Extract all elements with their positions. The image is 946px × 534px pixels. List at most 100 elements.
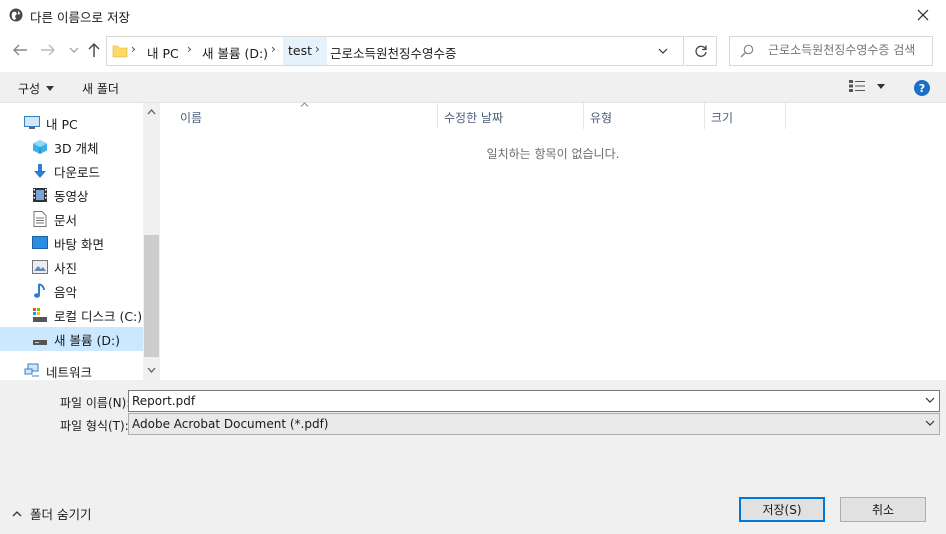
nav-item-label: 다운로드 bbox=[54, 164, 101, 180]
document-icon bbox=[32, 211, 48, 227]
filetype-select[interactable]: Adobe Acrobat Document (*.pdf) bbox=[128, 413, 940, 435]
download-icon bbox=[32, 163, 48, 179]
nav-item-new-volume-d[interactable]: 새 볼륨 (D:) bbox=[0, 327, 143, 351]
nav-item-network[interactable]: 네트워크 bbox=[0, 359, 143, 380]
hide-folders-label: 폴더 숨기기 bbox=[30, 507, 92, 522]
breadcrumb-item[interactable]: 근로소득원천징수영수증 bbox=[330, 43, 457, 62]
filename-label: 파일 이름(N): bbox=[60, 396, 131, 410]
nav-item-pictures[interactable]: 사진 bbox=[0, 255, 143, 279]
desktop-icon bbox=[32, 235, 48, 251]
save-form: 파일 이름(N): Report.pdf 파일 형식(T): Adobe Acr… bbox=[0, 380, 946, 534]
filetype-label: 파일 형식(T): bbox=[60, 419, 129, 433]
breadcrumb-item[interactable]: 새 볼륨 (D:) bbox=[202, 43, 268, 62]
breadcrumb-item[interactable]: test bbox=[288, 43, 312, 58]
filename-field[interactable]: Report.pdf bbox=[128, 390, 940, 412]
picture-icon bbox=[32, 259, 48, 275]
details-view-icon bbox=[849, 80, 865, 92]
title-bar: 다른 이름으로 저장 bbox=[0, 0, 946, 30]
new-folder-button[interactable]: 새 폴더 bbox=[82, 80, 119, 97]
nav-item-label: 새 볼륨 (D:) bbox=[54, 332, 121, 348]
chevron-down-icon[interactable] bbox=[925, 394, 935, 409]
chevron-right-icon: › bbox=[131, 42, 136, 56]
sort-up-icon bbox=[300, 99, 309, 110]
close-icon bbox=[917, 9, 929, 21]
nav-item-label: 음악 bbox=[54, 284, 78, 300]
arrow-left-icon bbox=[13, 44, 27, 56]
nav-item-3d-objects[interactable]: 3D 개체 bbox=[0, 135, 143, 159]
breadcrumb-item[interactable]: 내 PC bbox=[147, 43, 179, 62]
computer-icon bbox=[24, 115, 40, 131]
view-options-button[interactable] bbox=[849, 80, 885, 92]
save-button[interactable]: 저장(S) bbox=[739, 497, 825, 522]
hide-folders-button[interactable]: 폴더 숨기기 bbox=[12, 504, 91, 523]
up-button[interactable] bbox=[84, 40, 104, 60]
arrow-up-icon bbox=[88, 43, 100, 57]
navigation-pane: 내 PC 3D 개체 다운로드 동영상 문서 바탕 화면 사진 음악 로컬 디스… bbox=[0, 103, 160, 380]
refresh-icon bbox=[694, 45, 707, 57]
chevron-down-icon bbox=[925, 417, 935, 432]
column-header-label: 이름 bbox=[180, 111, 203, 125]
arrow-right-icon bbox=[41, 44, 55, 56]
folder-icon bbox=[112, 43, 128, 62]
chevron-down-icon bbox=[658, 48, 668, 54]
nav-item-local-disk-c[interactable]: 로컬 디스크 (C:) bbox=[0, 303, 143, 327]
nav-item-desktop[interactable]: 바탕 화면 bbox=[0, 231, 143, 255]
music-icon bbox=[32, 283, 48, 299]
chevron-right-icon: › bbox=[271, 42, 276, 56]
address-dropdown-button[interactable] bbox=[657, 43, 669, 62]
recent-locations-button[interactable] bbox=[64, 40, 84, 60]
globe-icon bbox=[9, 8, 23, 22]
scroll-up-icon[interactable] bbox=[147, 107, 156, 118]
network-icon bbox=[24, 363, 40, 379]
scrollbar-thumb[interactable] bbox=[144, 235, 159, 357]
nav-item-label: 사진 bbox=[54, 260, 78, 276]
file-list: 이름 수정한 날짜 유형 크기 일치하는 항목이 없습니다. bbox=[160, 102, 946, 380]
search-icon bbox=[740, 44, 754, 61]
nav-item-videos[interactable]: 동영상 bbox=[0, 183, 143, 207]
close-button[interactable] bbox=[900, 0, 946, 30]
chevron-up-icon bbox=[12, 510, 22, 516]
scroll-down-icon[interactable] bbox=[147, 365, 156, 376]
nav-scrollbar[interactable] bbox=[143, 103, 160, 380]
nav-item-this-pc[interactable]: 내 PC bbox=[0, 111, 143, 135]
search-input[interactable] bbox=[768, 43, 932, 57]
nav-item-label: 바탕 화면 bbox=[54, 236, 104, 252]
address-bar[interactable]: › 내 PC › 새 볼륨 (D:) › test › 근로소득원천징수영수증 bbox=[106, 36, 684, 66]
column-header-size[interactable]: 크기 bbox=[705, 103, 786, 129]
nav-item-label: 문서 bbox=[54, 212, 78, 228]
chevron-right-icon: › bbox=[187, 42, 192, 56]
drive-icon bbox=[32, 331, 48, 347]
chevron-down-icon bbox=[69, 47, 79, 53]
command-bar: 구성 새 폴더 ? bbox=[0, 72, 946, 103]
3d-objects-icon bbox=[32, 139, 48, 155]
video-icon bbox=[32, 187, 48, 203]
nav-item-music[interactable]: 음악 bbox=[0, 279, 143, 303]
column-header-name[interactable]: 이름 bbox=[160, 102, 438, 129]
caret-down-icon bbox=[877, 83, 885, 89]
caret-down-icon bbox=[46, 86, 55, 91]
search-box[interactable] bbox=[729, 36, 933, 66]
nav-item-label: 네트워크 bbox=[46, 364, 93, 380]
window-title: 다른 이름으로 저장 bbox=[30, 10, 130, 25]
column-header-label: 크기 bbox=[711, 111, 734, 125]
back-button[interactable] bbox=[10, 40, 30, 60]
empty-message: 일치하는 항목이 없습니다. bbox=[486, 147, 620, 161]
cancel-button[interactable]: 취소 bbox=[840, 497, 926, 522]
column-header-type[interactable]: 유형 bbox=[584, 103, 705, 129]
column-header-label: 수정한 날짜 bbox=[444, 111, 504, 125]
column-header-date[interactable]: 수정한 날짜 bbox=[438, 103, 584, 129]
column-header-label: 유형 bbox=[590, 111, 613, 125]
nav-item-downloads[interactable]: 다운로드 bbox=[0, 159, 143, 183]
organize-button[interactable]: 구성 bbox=[18, 80, 55, 97]
chevron-right-icon: › bbox=[315, 42, 320, 56]
help-button[interactable]: ? bbox=[914, 80, 930, 96]
filetype-value: Adobe Acrobat Document (*.pdf) bbox=[132, 417, 329, 431]
drive-icon bbox=[32, 307, 48, 323]
filename-value: Report.pdf bbox=[132, 394, 196, 408]
nav-item-label: 로컬 디스크 (C:) bbox=[54, 308, 143, 324]
refresh-button[interactable] bbox=[685, 36, 717, 66]
forward-button[interactable] bbox=[38, 40, 58, 60]
nav-item-documents[interactable]: 문서 bbox=[0, 207, 143, 231]
nav-item-label: 동영상 bbox=[54, 188, 89, 204]
nav-item-label: 3D 개체 bbox=[54, 140, 99, 156]
